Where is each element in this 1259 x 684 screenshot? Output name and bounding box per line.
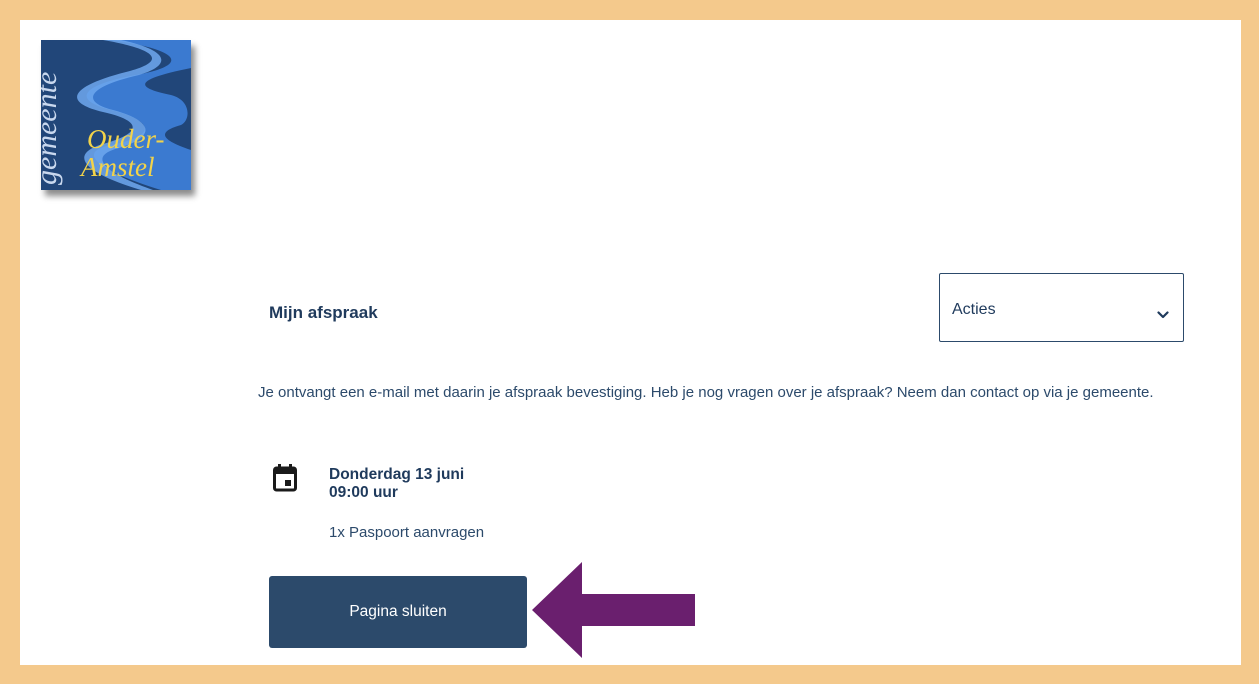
logo-gemeente-text: gemeente [41, 72, 63, 185]
appointment-date: Donderdag 13 juni [329, 466, 465, 483]
logo-ouder-text: Ouder- [87, 124, 164, 154]
arrow-left-icon [532, 560, 697, 665]
municipality-logo: gemeente Ouder- Amstel [41, 40, 191, 190]
page-card: gemeente Ouder- Amstel Mijn afspraak Act… [20, 20, 1241, 665]
confirmation-info-text: Je ontvangt een e-mail met daarin je afs… [258, 384, 1154, 401]
appointment-time: 09:00 uur [329, 484, 398, 501]
chevron-down-icon [1157, 306, 1169, 324]
close-page-button[interactable]: Pagina sluiten [269, 576, 527, 648]
calendar-icon [272, 463, 298, 498]
appointment-service: 1x Paspoort aanvragen [329, 524, 485, 541]
page-title: Mijn afspraak [269, 303, 378, 322]
actions-select[interactable]: Acties [939, 273, 1184, 342]
actions-select-value: Acties [952, 301, 996, 318]
logo-amstel-text: Amstel [79, 152, 155, 182]
